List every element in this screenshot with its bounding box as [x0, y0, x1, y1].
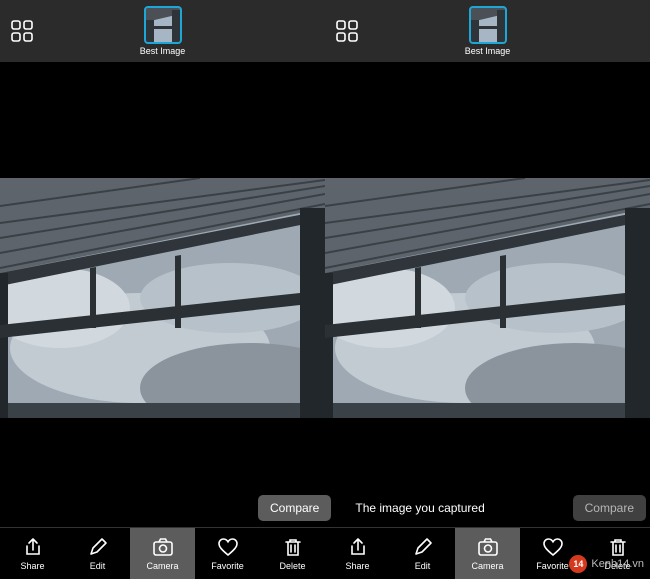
photo-image — [325, 178, 650, 418]
trash-icon — [607, 536, 629, 558]
top-bar: Best Image — [0, 0, 325, 62]
thumbnail-label: Best Image — [465, 46, 511, 56]
share-button[interactable]: Share — [325, 528, 390, 579]
tool-label: Edit — [90, 561, 106, 571]
tool-label: Delete — [604, 561, 630, 571]
tool-label: Delete — [279, 561, 305, 571]
heart-icon — [542, 536, 564, 558]
thumbnail-image — [469, 6, 507, 44]
top-bar: Best Image — [325, 0, 650, 62]
edit-icon — [412, 536, 434, 558]
share-icon — [347, 536, 369, 558]
camera-icon — [152, 536, 174, 558]
grid-view-button[interactable] — [335, 19, 359, 43]
tool-label: Favorite — [211, 561, 244, 571]
best-image-thumbnail[interactable]: Best Image — [140, 6, 186, 56]
share-icon — [22, 536, 44, 558]
grid-view-button[interactable] — [10, 19, 34, 43]
camera-button[interactable]: Camera — [130, 528, 195, 579]
tool-label: Favorite — [536, 561, 569, 571]
bottom-toolbar: Share Edit Camera Favorite Delete Share Edit Ca… — [0, 527, 650, 579]
grid-icon — [336, 20, 358, 42]
best-image-thumbnail[interactable]: Best Image — [465, 6, 511, 56]
thumbnail-image — [144, 6, 182, 44]
photo-image — [0, 178, 325, 418]
camera-button[interactable]: Camera — [455, 528, 520, 579]
compare-row: Compare The image you captured Compare — [0, 489, 650, 527]
grid-icon — [11, 20, 33, 42]
edit-icon — [87, 536, 109, 558]
tool-label: Share — [345, 561, 369, 571]
edit-button[interactable]: Edit — [390, 528, 455, 579]
favorite-button[interactable]: Favorite — [520, 528, 585, 579]
delete-button[interactable]: Delete — [260, 528, 325, 579]
heart-icon — [217, 536, 239, 558]
compare-button[interactable]: Compare — [258, 495, 331, 521]
camera-icon — [477, 536, 499, 558]
tool-label: Camera — [146, 561, 178, 571]
favorite-button[interactable]: Favorite — [195, 528, 260, 579]
trash-icon — [282, 536, 304, 558]
caption-text: The image you captured — [355, 501, 484, 515]
share-button[interactable]: Share — [0, 528, 65, 579]
thumbnail-label: Best Image — [140, 46, 186, 56]
compare-button[interactable]: Compare — [573, 495, 646, 521]
tool-label: Edit — [415, 561, 431, 571]
edit-button[interactable]: Edit — [65, 528, 130, 579]
tool-label: Share — [20, 561, 44, 571]
delete-button[interactable]: Delete — [585, 528, 650, 579]
tool-label: Camera — [471, 561, 503, 571]
